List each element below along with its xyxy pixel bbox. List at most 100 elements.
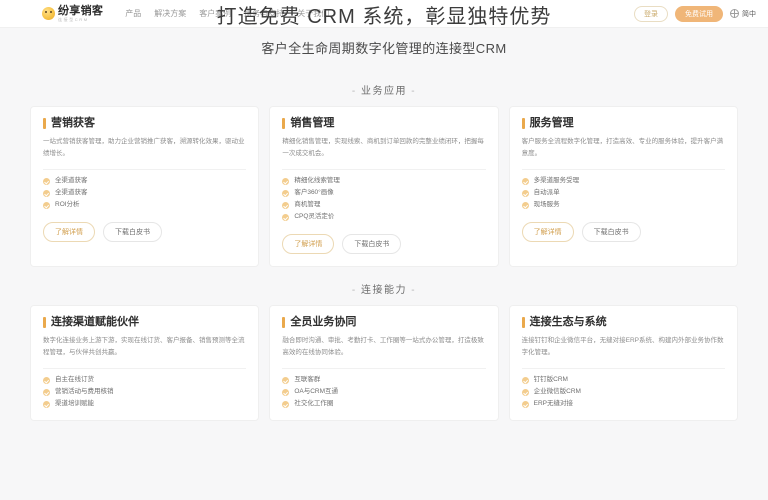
card-actions: 了解详情 下载白皮书	[282, 234, 485, 255]
list-item[interactable]: 营销活动与费用核销	[43, 388, 246, 397]
card-title-label: 连接渠道赋能伙伴	[51, 316, 139, 329]
check-circle-icon	[282, 389, 290, 397]
list-item[interactable]: 客户360°画像	[282, 189, 485, 198]
check-circle-icon	[43, 389, 50, 397]
list-item[interactable]: OA与CRM互通	[282, 389, 485, 397]
list-item[interactable]: 商机管理	[282, 202, 485, 210]
check-circle-icon	[43, 178, 50, 186]
section-heading-connect: - 连接能力 -	[0, 281, 768, 296]
check-circle-icon	[43, 202, 50, 210]
download-whitepaper-button[interactable]: 下载白皮书	[342, 234, 402, 255]
feature-label: 客户360°画像	[294, 189, 334, 197]
card-title-label: 营销获客	[51, 117, 95, 129]
list-item[interactable]: 钉钉版CRM	[521, 377, 725, 385]
nav-item-product[interactable]: 产品	[125, 8, 141, 19]
title-accent-bar-icon	[521, 118, 525, 129]
card-divider	[43, 368, 247, 370]
check-circle-icon	[43, 190, 50, 198]
card-ecosystem[interactable]: 连接生态与系统 连接钉钉和企业微信平台，无缝对接ERP系统、构建内外部业务协作数…	[508, 305, 738, 422]
title-accent-bar-icon	[43, 317, 46, 329]
list-item[interactable]: 现场服务	[521, 201, 725, 210]
card-actions: 了解详情 下载白皮书	[521, 222, 725, 243]
page-root: 纷享销客 连接型CRM 产品 解决方案 客户案例 服务与支持 关于我们 登录 免…	[0, 0, 768, 500]
feature-list: 自主在线订货 营销活动与费用核销 渠道培训赋能	[43, 376, 246, 409]
check-circle-icon	[521, 178, 529, 186]
list-item[interactable]: ERP无缝对接	[521, 400, 725, 409]
card-sales[interactable]: 销售管理 精细化销售管理，实现线索、商机到订单回款的完整业绩闭环，把握每一次成交…	[269, 106, 499, 268]
card-title: 连接渠道赋能伙伴	[43, 316, 246, 329]
login-button[interactable]: 登录	[634, 5, 668, 22]
list-item[interactable]: CPQ灵活定价	[282, 213, 485, 222]
dash-right: -	[411, 285, 417, 297]
list-item[interactable]: ROI分析	[43, 201, 246, 210]
check-circle-icon	[521, 190, 529, 198]
feature-list: 互联客群 OA与CRM互通 社交化工作圈	[282, 377, 485, 409]
nav-item-cases[interactable]: 客户案例	[199, 8, 231, 19]
dash-left: -	[351, 86, 357, 97]
list-item[interactable]: 企业微信版CRM	[521, 389, 725, 397]
learn-more-button[interactable]: 了解详情	[282, 234, 335, 255]
section-heading-label: 连接能力	[361, 285, 407, 297]
list-item[interactable]: 社交化工作圈	[282, 400, 485, 409]
feature-label: ROI分析	[55, 201, 80, 209]
list-item[interactable]: 自动派单	[521, 190, 725, 198]
check-circle-icon	[282, 190, 290, 198]
list-item[interactable]: 精细化线索管理	[282, 177, 485, 186]
logo-text: 纷享销客 连接型CRM	[58, 5, 103, 22]
card-title: 服务管理	[521, 117, 725, 129]
card-channel[interactable]: 连接渠道赋能伙伴 数字化连接业务上游下游，实现在线订货、客户报备、销售预测等全流…	[30, 305, 260, 422]
feature-list: 钉钉版CRM 企业微信版CRM ERP无缝对接	[521, 377, 725, 409]
list-item[interactable]: 互联客群	[282, 377, 485, 385]
language-switcher[interactable]: 简中	[730, 9, 756, 19]
feature-label: CPQ灵活定价	[294, 213, 335, 221]
page-subtitle: 客户全生命周期数字化管理的连接型CRM	[261, 41, 507, 56]
nav-item-about[interactable]: 关于我们	[297, 8, 329, 19]
logo-mark-icon	[42, 7, 55, 20]
title-accent-bar-icon	[282, 317, 286, 329]
card-title-label: 服务管理	[529, 117, 574, 129]
feature-label: 现场服务	[533, 201, 560, 209]
download-whitepaper-button[interactable]: 下载白皮书	[103, 222, 162, 243]
card-divider	[521, 169, 725, 171]
feature-label: 社交化工作圈	[294, 400, 334, 408]
card-marketing[interactable]: 营销获客 一站式营销获客管理，助力企业营销推广获客，溯源转化效果，驱动业绩增长。…	[30, 106, 260, 268]
learn-more-button[interactable]: 了解详情	[43, 222, 95, 243]
feature-label: 多渠道服务受理	[533, 177, 580, 185]
language-label: 简中	[742, 10, 756, 18]
card-title: 连接生态与系统	[521, 316, 725, 329]
title-accent-bar-icon	[282, 118, 286, 129]
nav-item-support[interactable]: 服务与支持	[244, 8, 284, 19]
list-item[interactable]: 渠道培训赋能	[43, 400, 246, 409]
free-trial-button[interactable]: 免费试用	[675, 5, 723, 22]
card-description: 连接钉钉和企业微信平台，无缝对接ERP系统、构建内外部业务协作数字化管理。	[521, 337, 724, 357]
nav-item-solutions[interactable]: 解决方案	[154, 8, 186, 19]
brand-logo[interactable]: 纷享销客 连接型CRM	[42, 5, 103, 22]
list-item[interactable]: 多渠道服务受理	[521, 177, 725, 186]
learn-more-button[interactable]: 了解详情	[521, 222, 574, 243]
card-description: 一站式营销获客管理，助力企业营销推广获客，溯源转化效果，驱动业绩增长。	[43, 138, 245, 158]
dash-right: -	[411, 86, 417, 97]
feature-label: 自主在线订货	[55, 376, 94, 384]
card-divider	[282, 368, 486, 370]
download-whitepaper-button[interactable]: 下载白皮书	[581, 222, 641, 243]
card-title: 全员业务协同	[282, 316, 485, 329]
globe-icon	[730, 9, 739, 18]
feature-label: 渠道培训赋能	[55, 400, 94, 408]
list-item[interactable]: 自主在线订货	[43, 376, 246, 385]
card-description: 精细化销售管理，实现线索、商机到订单回款的完整业绩闭环，把握每一次成交机会。	[282, 138, 484, 158]
check-circle-icon	[43, 377, 50, 385]
list-item[interactable]: 全渠道获客	[43, 190, 246, 198]
card-description: 融合即时沟通、审批、考勤打卡、工作圈等一站式办公管理，打造极致高效的在线协同体验…	[282, 337, 484, 357]
feature-label: 精细化线索管理	[294, 177, 340, 185]
card-collaboration[interactable]: 全员业务协同 融合即时沟通、审批、考勤打卡、工作圈等一站式办公管理，打造极致高效…	[269, 305, 499, 422]
check-circle-icon	[521, 401, 529, 409]
card-title: 销售管理	[282, 118, 485, 129]
list-item[interactable]: 全渠道获客	[43, 178, 246, 186]
feature-label: ERP无缝对接	[533, 400, 574, 408]
card-title-label: 全员业务协同	[290, 316, 357, 329]
section-heading-business: - 业务应用 -	[0, 82, 768, 97]
card-service[interactable]: 服务管理 客户服务全流程数字化管理，打造高效、专业的服务体验，提升客户满意度。 …	[508, 106, 738, 268]
check-circle-icon	[521, 377, 529, 385]
feature-label: 营销活动与费用核销	[55, 388, 114, 396]
card-title-label: 连接生态与系统	[529, 316, 607, 329]
